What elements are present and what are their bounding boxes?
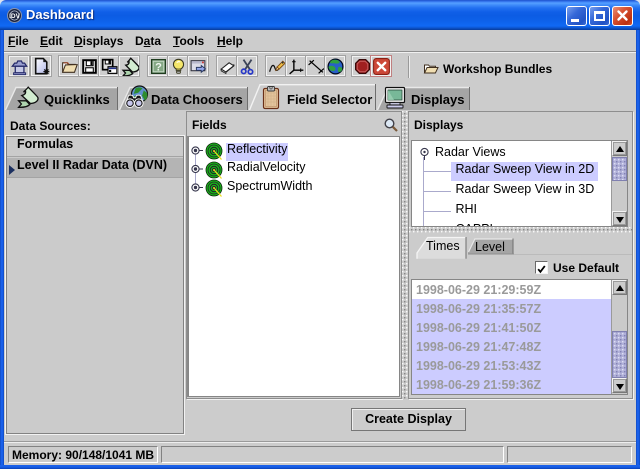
svg-text:?: ? <box>155 62 162 74</box>
svg-text:IDV: IDV <box>9 13 21 20</box>
